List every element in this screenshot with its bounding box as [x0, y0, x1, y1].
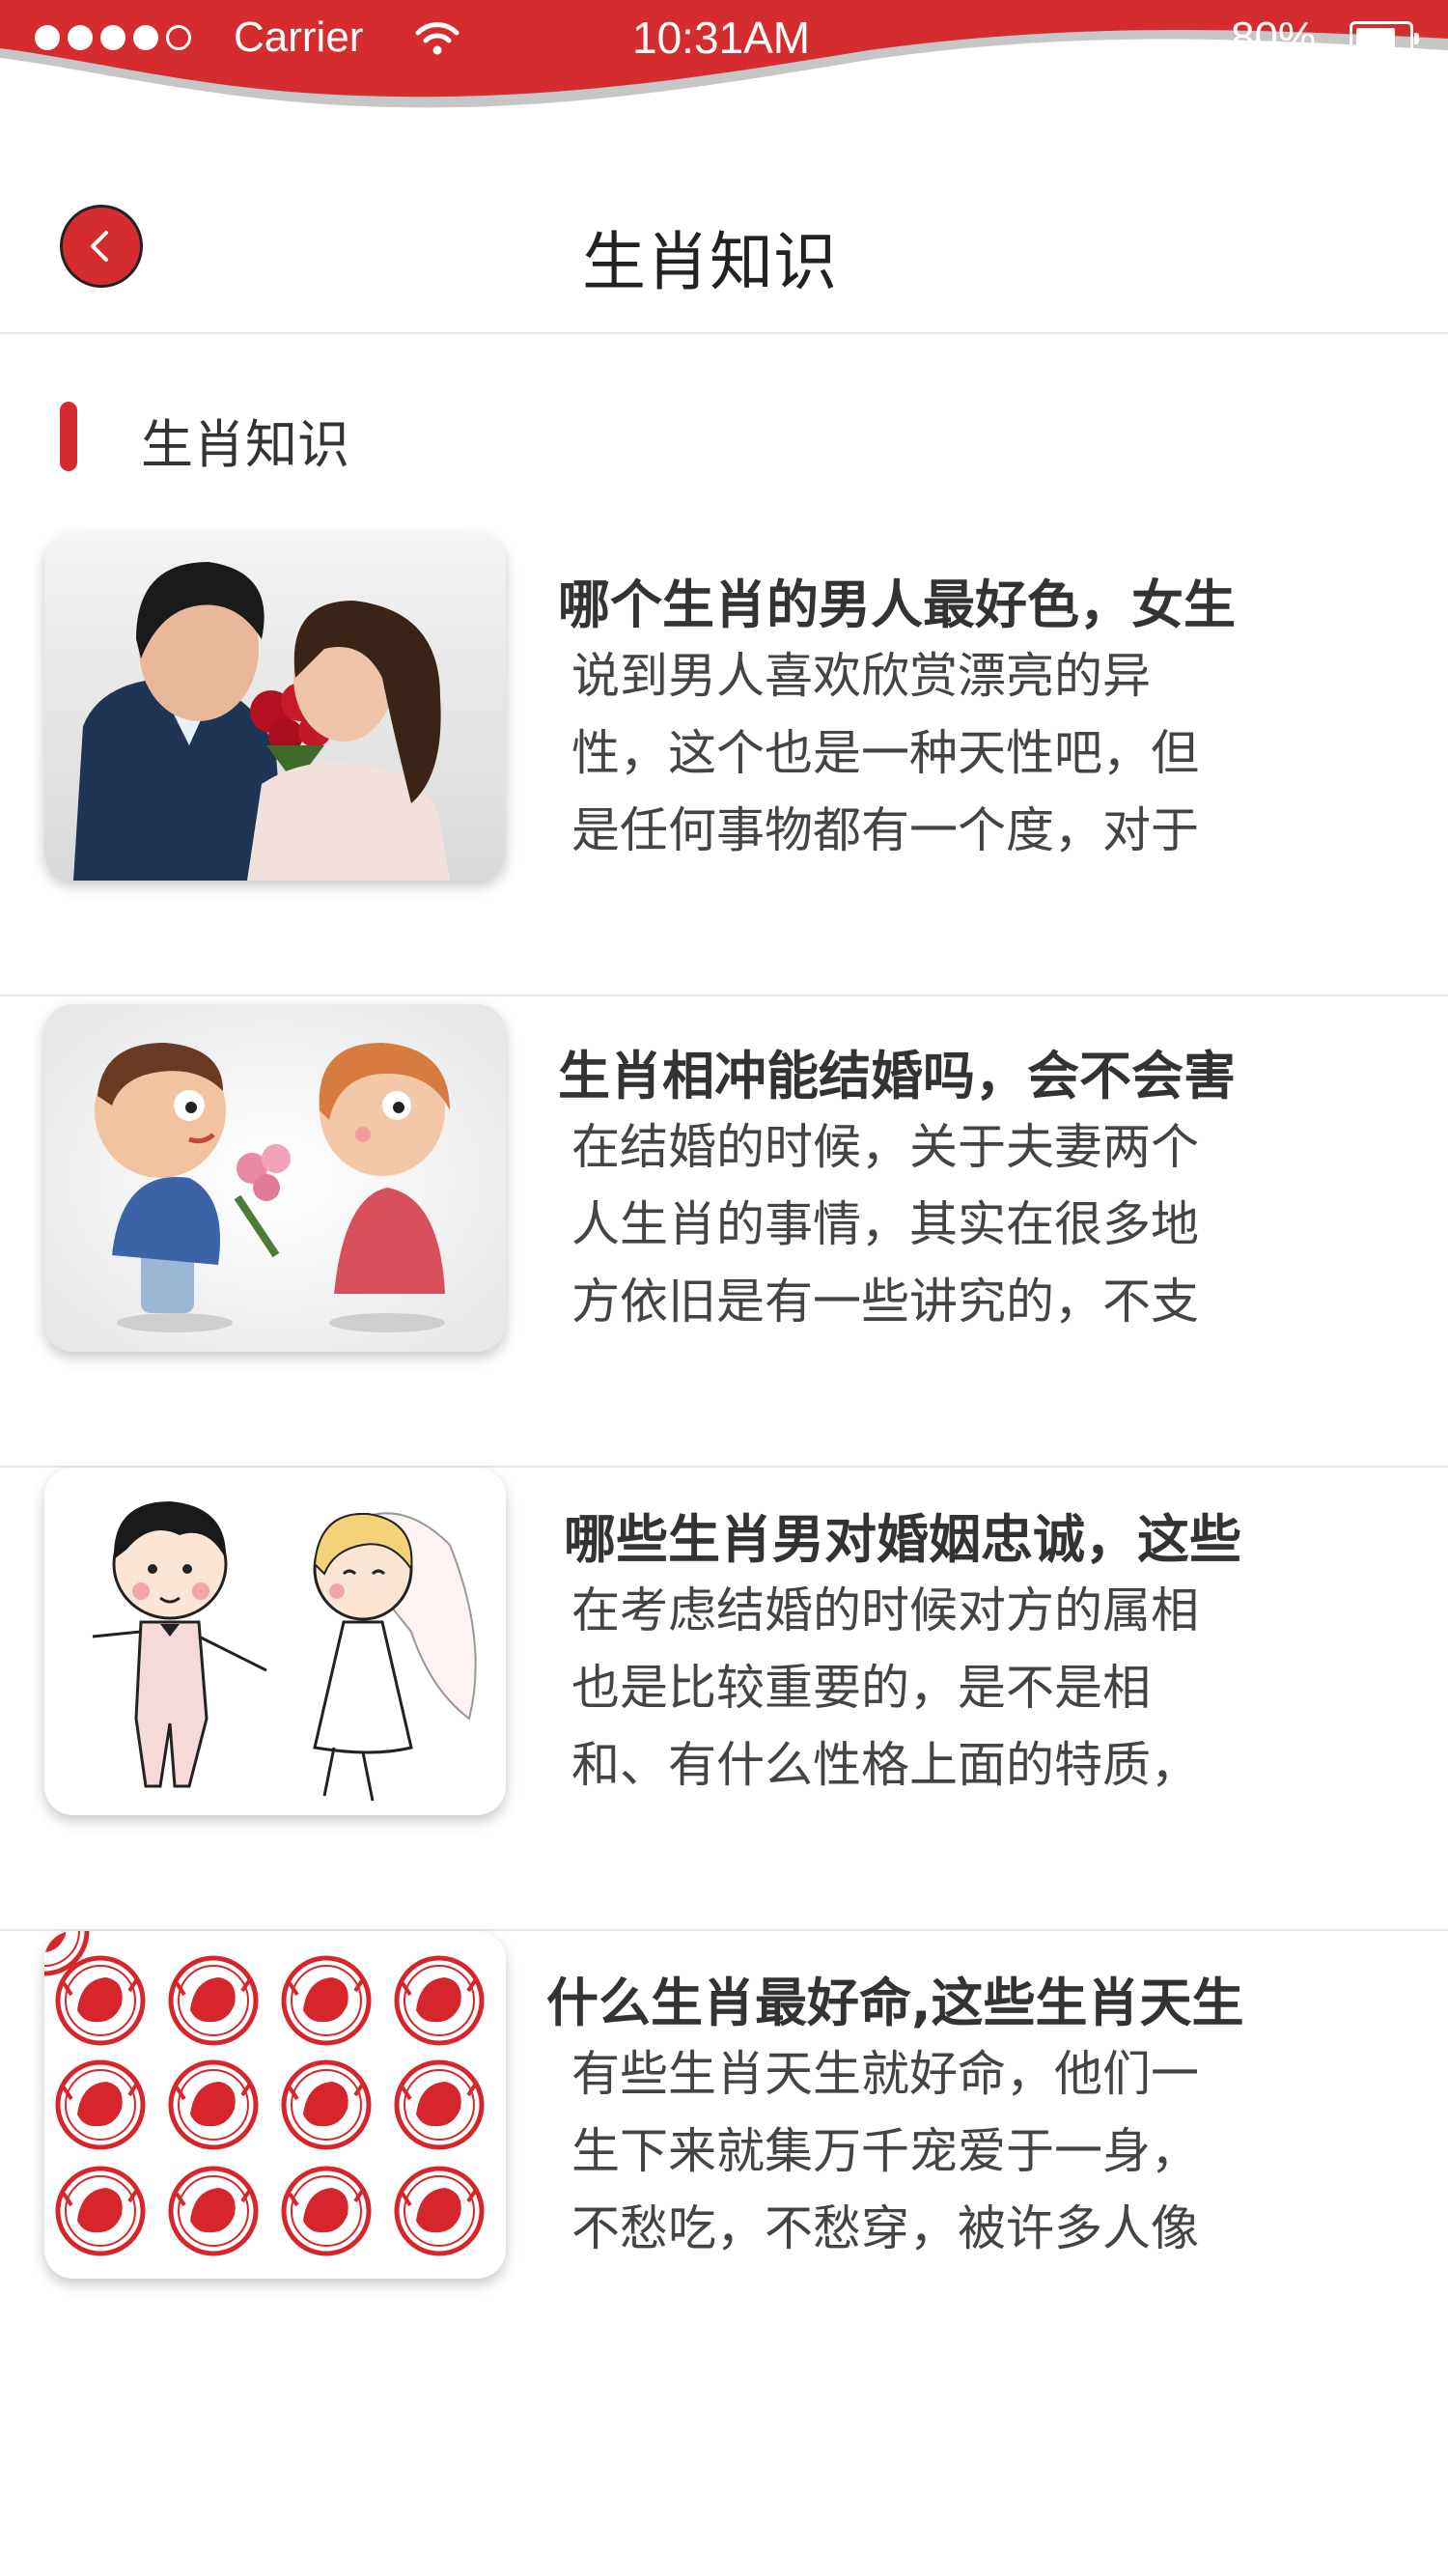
clock: 10:31AM	[632, 13, 811, 63]
status-bar: Carrier 10:31AM 80%	[0, 0, 1448, 135]
battery-icon	[1350, 21, 1419, 56]
article-item[interactable]: 哪个生肖的男人最好色，女生 说到男人喜欢欣赏漂亮的异性，这个也是一种天性吧，但是…	[0, 533, 1448, 996]
article-summary: 在结婚的时候，关于夫妻两个人生肖的事情，其实在很多地方依旧是有一些讲究的，不支	[571, 1119, 1199, 1330]
article-item[interactable]: 生肖相冲能结婚吗，会不会害 在结婚的时候，关于夫妻两个人生肖的事情，其实在很多地…	[0, 1004, 1448, 1468]
section-accent-bar	[60, 402, 77, 471]
section-header: 生肖知识	[0, 396, 1448, 475]
battery-percent: 80%	[1231, 14, 1317, 61]
cartoon-wedding-couple	[44, 1468, 506, 1815]
article-item[interactable]: 哪些生肖男对婚姻忠诚，这些 在考虑结婚的时候对方的属相也是比较重要的，是不是相和…	[0, 1468, 1448, 1931]
zodiac-paper-cut-grid	[44, 1931, 506, 2279]
signal-strength-icon	[35, 25, 191, 50]
article-item[interactable]: 什么生肖最好命,这些生肖天生 有些生肖天生就好命，他们一生下来就集万千宠爱于一身…	[0, 1931, 1448, 2394]
article-thumbnail[interactable]	[44, 1931, 506, 2279]
article-title: 生肖相冲能结婚吗，会不会害	[558, 1046, 1236, 1106]
article-title: 哪个生肖的男人最好色，女生	[558, 574, 1236, 635]
article-title: 哪些生肖男对婚姻忠诚，这些	[564, 1509, 1241, 1570]
page-title: 生肖知识	[582, 225, 837, 299]
navigation-bar: 生肖知识	[0, 174, 1448, 334]
article-thumbnail[interactable]	[44, 533, 506, 881]
clay-couple-photo	[44, 1004, 506, 1352]
article-thumbnail[interactable]	[44, 1004, 506, 1352]
article-summary: 有些生肖天生就好命，他们一生下来就集万千宠爱于一身，不愁吃，不愁穿，被许多人像	[571, 2046, 1199, 2256]
couple-kissing-photo	[44, 533, 506, 881]
section-title: 生肖知识	[141, 414, 349, 475]
article-title: 什么生肖最好命,这些生肖天生	[546, 1973, 1244, 2033]
carrier-label: Carrier	[234, 14, 364, 61]
wifi-icon	[415, 21, 459, 60]
article-summary: 在考虑结婚的时候对方的属相也是比较重要的，是不是相和、有什么性格上面的特质，	[571, 1582, 1199, 1793]
article-thumbnail[interactable]	[44, 1468, 506, 1815]
article-summary: 说到男人喜欢欣赏漂亮的异性，这个也是一种天性吧，但是任何事物都有一个度，对于	[571, 648, 1199, 858]
